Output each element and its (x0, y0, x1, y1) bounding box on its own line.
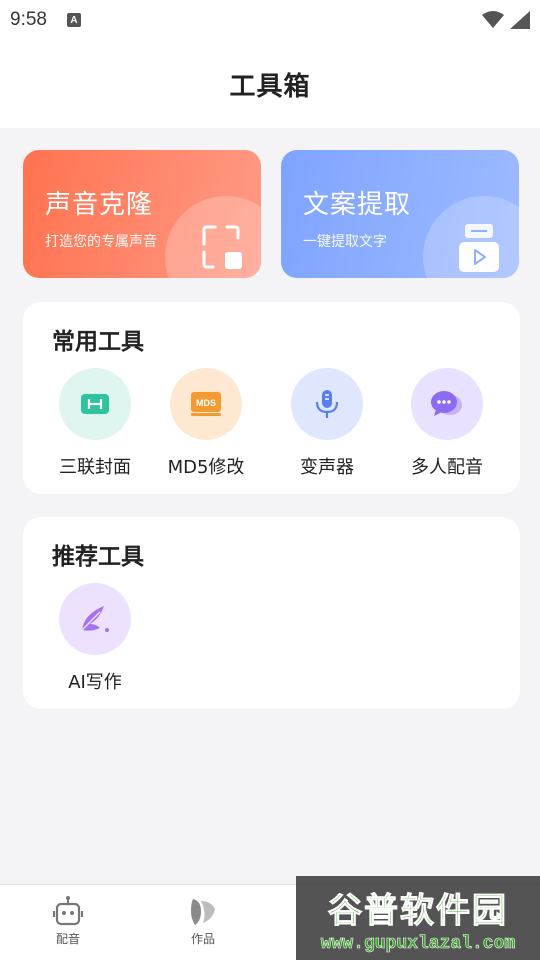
tab-dubbing[interactable]: 配音 (28, 895, 108, 947)
voice-clone-title: 声音克隆 (45, 190, 154, 220)
tab-label: 作品 (190, 932, 215, 946)
watermark-overlay: 谷普软件园 www.gupuxlazal.com (296, 876, 540, 960)
page-title: 工具箱 (229, 71, 311, 102)
common-tools-panel: 常用工具 三联封面 MDS MD5修改 变声器 多人配音 (23, 302, 520, 494)
notification-icon: A (66, 13, 81, 27)
tool-ai-writing[interactable]: AI写作 (35, 583, 155, 694)
watermark-title: 谷普软件园 (328, 890, 508, 931)
signal-icon (510, 11, 530, 29)
common-tools-title: 常用工具 (52, 329, 144, 355)
wifi-icon (482, 11, 504, 28)
tool-md5[interactable]: MDS MD5修改 (146, 368, 266, 479)
voice-clone-card[interactable]: 声音克隆 打造您的专属声音 (23, 150, 261, 278)
text-extract-subtitle: 一键提取文字 (303, 234, 387, 250)
svg-text:MDS: MDS (196, 398, 216, 408)
voice-clone-subtitle: 打造您的专属声音 (45, 234, 157, 250)
text-extract-title: 文案提取 (303, 190, 412, 220)
status-time: 9:58 (10, 9, 47, 30)
robot-icon (52, 896, 84, 926)
recommended-tools-panel: 推荐工具 AI写作 (23, 517, 520, 709)
tab-label: 配音 (55, 932, 80, 946)
md5-icon: MDS (170, 368, 242, 440)
works-icon (191, 899, 215, 925)
quill-icon (59, 583, 131, 655)
recommended-tools-title: 推荐工具 (52, 544, 144, 570)
watermark-url: www.gupuxlazal.com (320, 933, 516, 954)
tool-label: 多人配音 (411, 457, 483, 478)
page-header: 工具箱 (0, 40, 540, 128)
tool-triple-cover[interactable]: 三联封面 (35, 368, 155, 479)
status-icons (482, 11, 530, 29)
tool-label: AI写作 (68, 672, 122, 693)
status-bar: 9:58 A (0, 0, 540, 40)
tab-works[interactable]: 作品 (163, 895, 243, 947)
tool-voice-changer[interactable]: 变声器 (267, 368, 387, 479)
tool-label: 变声器 (300, 457, 354, 478)
tool-multi-dub[interactable]: 多人配音 (387, 368, 507, 479)
microphone-icon (291, 368, 363, 440)
text-extract-card[interactable]: 文案提取 一键提取文字 (281, 150, 519, 278)
video-extract-icon (459, 224, 499, 272)
triple-cover-icon (59, 368, 131, 440)
chat-bubble-icon (411, 368, 483, 440)
tool-label: MD5修改 (167, 457, 245, 478)
tool-label: 三联封面 (59, 457, 131, 478)
scan-icon (202, 225, 242, 269)
